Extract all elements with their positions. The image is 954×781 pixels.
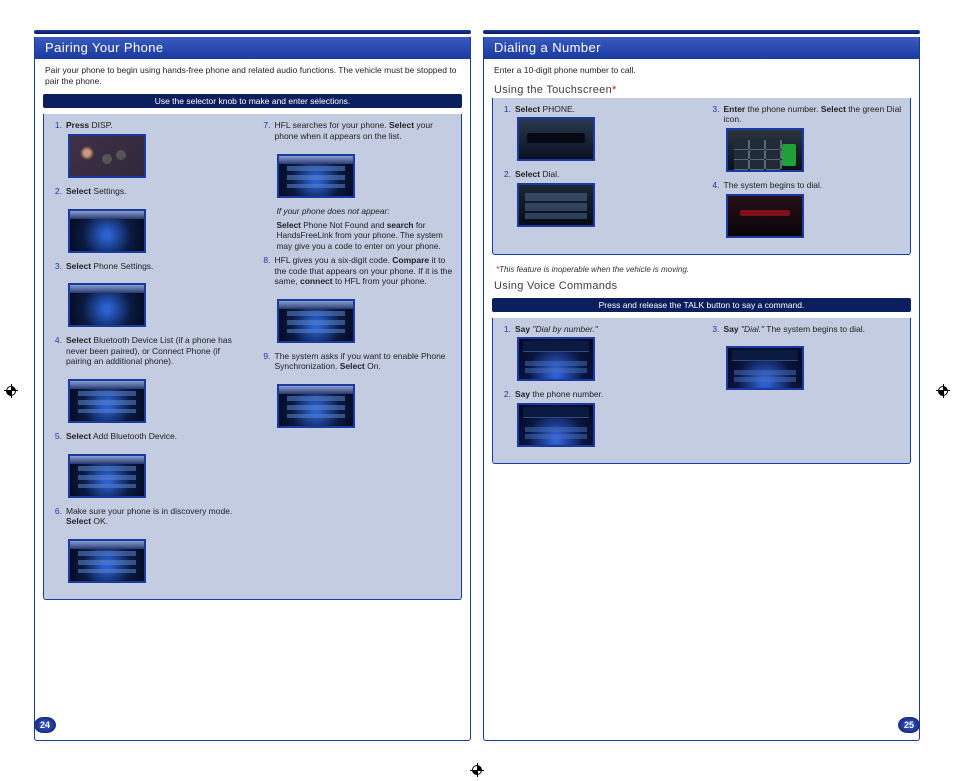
subhead-voice: Using Voice Commands bbox=[484, 276, 919, 294]
step-8: 8.HFL gives you a six-digit code. Compar… bbox=[261, 255, 454, 287]
page-left: Pairing Your Phone Pair your phone to be… bbox=[34, 30, 471, 741]
top-bar bbox=[483, 30, 920, 34]
step-5: 5.Select Add Bluetooth Device. bbox=[52, 431, 245, 442]
footnote: *This feature is inoperable when the veh… bbox=[484, 261, 919, 276]
screenshot-thumb: 1:17 bbox=[277, 154, 355, 198]
steps-col-1: 1.Press DISP. 2.Select Settings. 1:00 3.… bbox=[52, 120, 245, 591]
registration-mark-icon bbox=[470, 763, 484, 777]
page-right: Dialing a Number Enter a 10-digit phone … bbox=[483, 30, 920, 741]
screenshot-thumb bbox=[517, 403, 595, 447]
voice-step-3: 3.Say "Dial." The system begins to dial. bbox=[710, 324, 903, 335]
screenshot-thumb: 2:45 bbox=[726, 346, 804, 390]
dial-step-1: 1.Select PHONE. bbox=[501, 104, 694, 115]
touchscreen-panel: 1.Select PHONE. 2.Select Dial. 3.Enter t… bbox=[492, 98, 911, 255]
hint-bar: Use the selector knob to make and enter … bbox=[43, 94, 462, 108]
note-heading: If your phone does not appear: bbox=[277, 206, 454, 216]
heading-pairing: Pairing Your Phone bbox=[35, 37, 470, 59]
step-1: 1.Press DISP. bbox=[52, 120, 245, 131]
registration-mark-icon bbox=[936, 384, 950, 398]
voice-panel: 1.Say "Dial by number." 2.Say the phone … bbox=[492, 318, 911, 464]
dial-step-3: 3.Enter the phone number. Select the gre… bbox=[710, 104, 903, 125]
steps-panel: 1.Press DISP. 2.Select Settings. 1:00 3.… bbox=[43, 114, 462, 600]
hint-bar-voice: Press and release the TALK button to say… bbox=[492, 298, 911, 312]
screenshot-thumb: 1:17 bbox=[277, 299, 355, 343]
step-9: 9.The system asks if you want to enable … bbox=[261, 351, 454, 372]
top-bar bbox=[34, 30, 471, 34]
screenshot-thumb: 1:12 bbox=[68, 539, 146, 583]
screenshot-thumb: 1:09 bbox=[68, 283, 146, 327]
registration-mark-icon bbox=[4, 384, 18, 398]
dial-step-2: 2.Select Dial. bbox=[501, 169, 694, 180]
screenshot-thumb bbox=[517, 337, 595, 381]
step-4: 4.Select Bluetooth Device List (if a pho… bbox=[52, 335, 245, 367]
screenshot-thumb bbox=[68, 134, 146, 178]
step-7: 7.HFL searches for your phone. Select yo… bbox=[261, 120, 454, 141]
screenshot-thumb bbox=[726, 194, 804, 238]
screenshot-thumb bbox=[517, 183, 595, 227]
screenshot-thumb: 1:10 bbox=[68, 379, 146, 423]
intro-text: Pair your phone to begin using hands-fre… bbox=[35, 59, 470, 90]
page-number: 24 bbox=[34, 717, 56, 733]
page-number: 25 bbox=[898, 717, 920, 733]
step-2: 2.Select Settings. bbox=[52, 186, 245, 197]
screenshot-thumb: 1:18 bbox=[277, 384, 355, 428]
note-body: Select Phone Not Found and search for Ha… bbox=[277, 220, 454, 251]
intro-text: Enter a 10-digit phone number to call. bbox=[484, 59, 919, 80]
steps-col-2: 7.HFL searches for your phone. Select yo… bbox=[261, 120, 454, 591]
dial-step-4: 4.The system begins to dial. bbox=[710, 180, 903, 191]
heading-dialing: Dialing a Number bbox=[484, 37, 919, 59]
screenshot-thumb: 1:00 bbox=[68, 209, 146, 253]
screenshot-thumb bbox=[726, 128, 804, 172]
step-3: 3.Select Phone Settings. bbox=[52, 261, 245, 272]
voice-step-2: 2.Say the phone number. bbox=[501, 389, 694, 400]
screenshot-thumb: 1:11 bbox=[68, 454, 146, 498]
step-6: 6.Make sure your phone is in discovery m… bbox=[52, 506, 245, 527]
subhead-touchscreen: Using the Touchscreen* bbox=[484, 80, 919, 98]
voice-step-1: 1.Say "Dial by number." bbox=[501, 324, 694, 335]
screenshot-thumb bbox=[517, 117, 595, 161]
